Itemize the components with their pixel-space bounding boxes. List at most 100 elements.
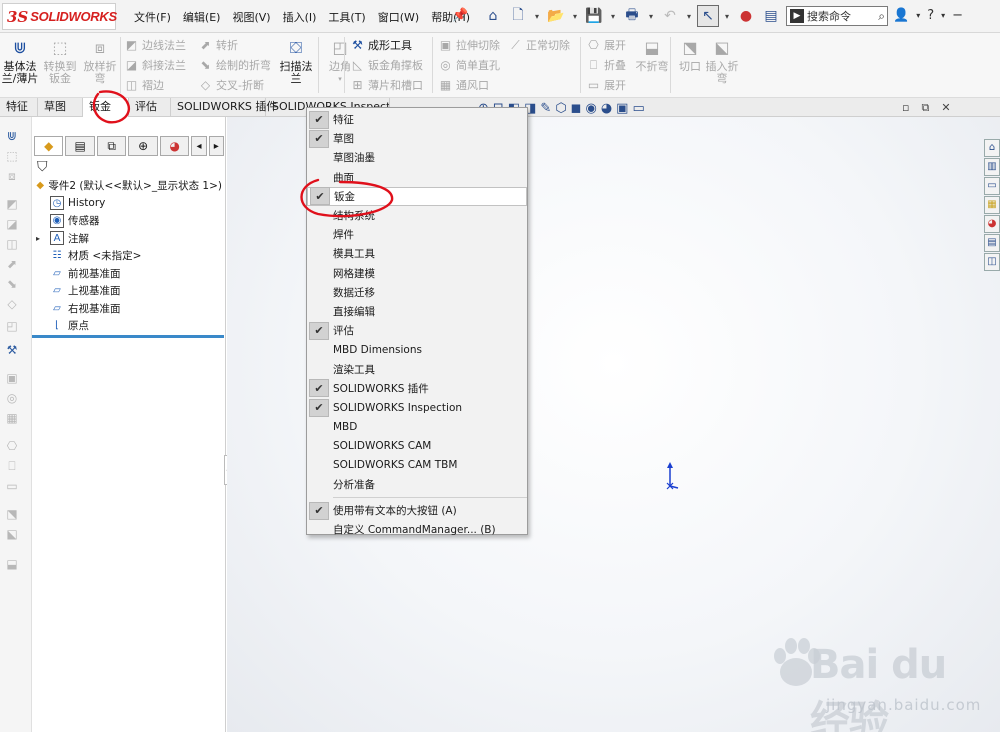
lofted-bend-button[interactable]: ⧈ 放样折 弯: [80, 37, 120, 85]
search-commands[interactable]: ▶ 搜索命令 ⌕: [786, 6, 888, 26]
tree-filter-icon[interactable]: ⛉: [37, 159, 48, 175]
view-palette-icon[interactable]: ▦: [984, 196, 1000, 214]
left-hem-icon[interactable]: ◫: [4, 237, 20, 253]
tab-and-slot-button[interactable]: ⊞ 薄片和槽口: [350, 77, 423, 93]
context-menu-item[interactable]: 曲面: [307, 168, 527, 187]
left-convert-icon[interactable]: ⬚: [4, 149, 20, 165]
menu-file[interactable]: 文件(F): [134, 9, 171, 25]
context-menu-item[interactable]: ✔ 草图: [307, 129, 527, 148]
left-cross-break-icon[interactable]: ◇: [4, 297, 20, 313]
menu-tools[interactable]: 工具(T): [328, 9, 365, 25]
user-icon[interactable]: 👤: [893, 8, 909, 23]
custom-properties-icon[interactable]: ▤: [984, 234, 1000, 252]
tab-features[interactable]: 特征: [0, 98, 38, 117]
hide-show-icon[interactable]: ◉: [585, 101, 596, 116]
new-document-icon[interactable]: 🗋: [507, 5, 529, 27]
search-mode-icon[interactable]: ▶: [790, 9, 804, 23]
left-base-flange-icon[interactable]: ⋓: [4, 129, 20, 145]
left-corners-icon[interactable]: ◰: [4, 319, 20, 335]
design-library-icon[interactable]: ▥: [984, 158, 1000, 176]
convert-to-sheet-metal-button[interactable]: ⬚ 转换到 钣金: [40, 37, 80, 85]
context-menu-item[interactable]: 数据迁移: [307, 283, 527, 302]
jog-button[interactable]: ⬈ 转折: [198, 37, 238, 53]
left-edge-flange-icon[interactable]: ◩: [4, 197, 20, 213]
display-style-icon[interactable]: ◼: [571, 101, 582, 116]
solidworks-logo[interactable]: 3S SOLIDWORKS: [2, 3, 117, 30]
view-orientation-icon[interactable]: ⬡: [555, 101, 566, 116]
configuration-manager-icon[interactable]: ⧉: [96, 136, 127, 156]
select-dropdown-icon[interactable]: ▾: [722, 5, 732, 27]
insert-bends-button[interactable]: ⬕ 插入折 弯: [702, 37, 742, 85]
save-icon[interactable]: 💾: [583, 5, 605, 27]
display-manager-icon[interactable]: ◕: [159, 136, 190, 156]
doc-tile-icon[interactable]: ⧉: [921, 101, 929, 115]
tab-evaluate[interactable]: 评估: [129, 98, 171, 117]
search-icon[interactable]: ⌕: [878, 9, 885, 24]
context-menu-item[interactable]: ✔ 钣金: [307, 186, 527, 206]
rebuild-traffic-light-icon[interactable]: ●: [735, 5, 757, 27]
cross-break-button[interactable]: ◇ 交叉-折断: [198, 77, 264, 93]
base-flange-button[interactable]: ⋓ 基体法 兰/薄片: [0, 37, 40, 85]
tree-item-material[interactable]: ☷ 材质 <未指定>: [36, 247, 222, 265]
fm-tab-scroll-right-icon[interactable]: ▸: [208, 136, 224, 156]
customize-command-manager-option[interactable]: 自定义 CommandManager... (B): [307, 520, 527, 539]
tree-item-history[interactable]: ◷ History: [36, 195, 222, 213]
swept-flange-button[interactable]: ⛋ 扫描法 兰: [276, 37, 316, 85]
appearances-icon[interactable]: ◕: [984, 215, 1000, 233]
use-large-buttons-option[interactable]: ✔ 使用带有文本的大按钮 (A): [307, 501, 527, 520]
home-icon[interactable]: ⌂: [482, 5, 504, 27]
file-properties-icon[interactable]: ▤: [760, 5, 782, 27]
left-lofted-bend-icon[interactable]: ⧈: [4, 169, 20, 185]
fm-tab-scroll-left-icon[interactable]: ◂: [191, 136, 207, 156]
left-rip-icon[interactable]: ⬔: [4, 507, 20, 523]
miter-flange-button[interactable]: ◪ 斜接法兰: [124, 57, 186, 73]
context-menu-item[interactable]: 直接编辑: [307, 302, 527, 321]
left-forming-tool-icon[interactable]: ⚒: [4, 343, 20, 359]
context-menu-item[interactable]: 焊件: [307, 225, 527, 244]
tab-sketch[interactable]: 草图: [38, 98, 83, 117]
context-menu-item[interactable]: ✔ 特征: [307, 110, 527, 129]
menu-edit[interactable]: 编辑(E): [183, 9, 221, 25]
feature-manager-tree-icon[interactable]: ◆: [34, 136, 64, 156]
forming-tool-button[interactable]: ⚒ 成形工具: [350, 37, 412, 53]
left-vent-icon[interactable]: ▦: [4, 411, 20, 427]
undo-dropdown-icon[interactable]: ▾: [684, 5, 694, 27]
search-input[interactable]: 搜索命令: [807, 8, 878, 24]
file-explorer-icon[interactable]: ▭: [984, 177, 1000, 195]
sheet-metal-gusset-button[interactable]: ◺ 钣金角撑板: [350, 57, 423, 73]
left-no-bends-icon[interactable]: ⬓: [4, 557, 20, 573]
context-menu-item[interactable]: ✔ SOLIDWORKS 插件: [307, 379, 527, 398]
context-menu-item[interactable]: 分析准备: [307, 475, 527, 494]
print-icon[interactable]: 🖶: [621, 5, 643, 27]
sketched-bend-button[interactable]: ⬊ 绘制的折弯: [198, 57, 271, 73]
left-flatten-icon[interactable]: ▭: [4, 479, 20, 495]
tree-item-front-plane[interactable]: ▱ 前视基准面: [36, 265, 222, 283]
simple-hole-button[interactable]: ◎ 简单直孔: [438, 57, 500, 73]
expand-arrow-icon[interactable]: ▸: [36, 234, 46, 243]
hem-button[interactable]: ◫ 褶边: [124, 77, 164, 93]
tree-item-sensors[interactable]: ◉ 传感器: [36, 212, 222, 230]
left-sketched-bend-icon[interactable]: ⬊: [4, 277, 20, 293]
context-menu-item[interactable]: SOLIDWORKS CAM: [307, 436, 527, 455]
left-simple-hole-icon[interactable]: ◎: [4, 391, 20, 407]
save-dropdown-icon[interactable]: ▾: [608, 5, 618, 27]
select-cursor-icon[interactable]: ↖: [697, 5, 719, 27]
open-folder-icon[interactable]: 📂: [545, 5, 567, 27]
context-menu-item[interactable]: 模具工具: [307, 244, 527, 263]
menu-insert[interactable]: 插入(I): [283, 9, 317, 25]
context-menu-item[interactable]: ✔ 评估: [307, 321, 527, 340]
left-insert-bends-icon[interactable]: ⬕: [4, 527, 20, 543]
undo-icon[interactable]: ↶: [659, 5, 681, 27]
vent-button[interactable]: ▦ 通风口: [438, 77, 489, 93]
no-bends-button[interactable]: ⬓ 不折弯: [632, 37, 672, 73]
tree-root-part[interactable]: ◆ 零件2 (默认<<默认>_显示状态 1>): [36, 177, 222, 195]
tree-item-top-plane[interactable]: ▱ 上视基准面: [36, 282, 222, 300]
view-settings-monitor-icon[interactable]: ▭: [632, 101, 644, 116]
pin-menu-icon[interactable]: 📌: [452, 8, 468, 23]
left-jog-icon[interactable]: ⬈: [4, 257, 20, 273]
help-question-icon[interactable]: ?: [927, 8, 934, 23]
fold-button[interactable]: ⎕ 折叠: [586, 57, 626, 73]
context-menu-item[interactable]: 结构系统: [307, 206, 527, 225]
left-unfold-icon[interactable]: ⎔: [4, 439, 20, 455]
scene-icon[interactable]: ▣: [616, 101, 628, 116]
